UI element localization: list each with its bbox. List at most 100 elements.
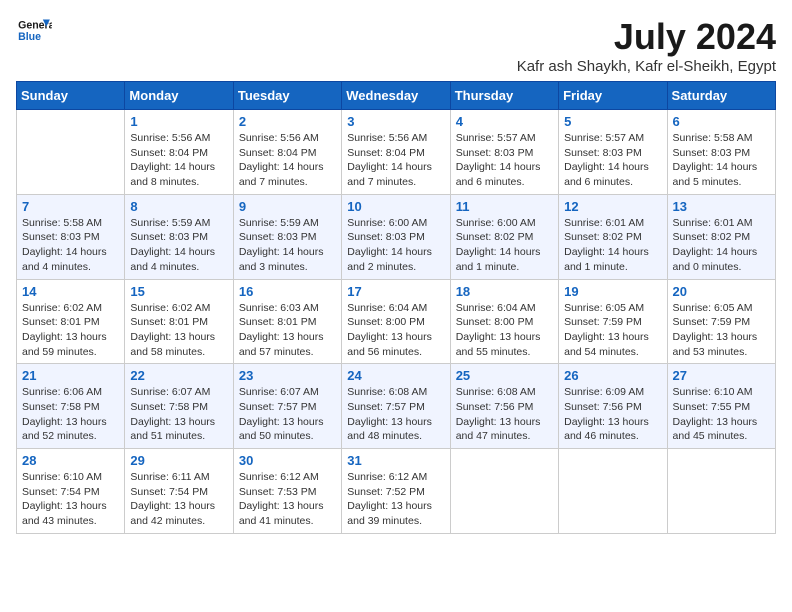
day-info: Sunrise: 5:56 AMSunset: 8:04 PMDaylight:… — [130, 131, 227, 190]
calendar-cell: 2 Sunrise: 5:56 AMSunset: 8:04 PMDaylight… — [233, 110, 341, 195]
calendar-cell: 8 Sunrise: 5:59 AMSunset: 8:03 PMDaylight… — [125, 194, 233, 279]
day-info: Sunrise: 6:11 AMSunset: 7:54 PMDaylight:… — [130, 470, 227, 529]
day-info: Sunrise: 6:09 AMSunset: 7:56 PMDaylight:… — [564, 385, 661, 444]
day-number: 25 — [456, 368, 553, 383]
calendar-cell: 4 Sunrise: 5:57 AMSunset: 8:03 PMDaylight… — [450, 110, 558, 195]
calendar-cell: 6 Sunrise: 5:58 AMSunset: 8:03 PMDaylight… — [667, 110, 775, 195]
day-info: Sunrise: 6:10 AMSunset: 7:55 PMDaylight:… — [673, 385, 770, 444]
day-number: 20 — [673, 284, 770, 299]
day-number: 21 — [22, 368, 119, 383]
calendar-cell — [559, 449, 667, 534]
day-info: Sunrise: 6:03 AMSunset: 8:01 PMDaylight:… — [239, 301, 336, 360]
day-number: 27 — [673, 368, 770, 383]
location-title: Kafr ash Shaykh, Kafr el-Sheikh, Egypt — [517, 58, 776, 75]
day-number: 2 — [239, 114, 336, 129]
day-number: 5 — [564, 114, 661, 129]
title-block: July 2024 Kafr ash Shaykh, Kafr el-Sheik… — [517, 16, 776, 75]
day-number: 30 — [239, 453, 336, 468]
day-number: 14 — [22, 284, 119, 299]
day-number: 24 — [347, 368, 444, 383]
day-number: 26 — [564, 368, 661, 383]
calendar-cell: 25 Sunrise: 6:08 AMSunset: 7:56 PMDayligh… — [450, 364, 558, 449]
day-info: Sunrise: 5:57 AMSunset: 8:03 PMDaylight:… — [564, 131, 661, 190]
calendar-cell: 24 Sunrise: 6:08 AMSunset: 7:57 PMDayligh… — [342, 364, 450, 449]
day-number: 29 — [130, 453, 227, 468]
calendar-cell: 19 Sunrise: 6:05 AMSunset: 7:59 PMDayligh… — [559, 279, 667, 364]
day-info: Sunrise: 6:00 AMSunset: 8:03 PMDaylight:… — [347, 216, 444, 275]
day-info: Sunrise: 6:01 AMSunset: 8:02 PMDaylight:… — [564, 216, 661, 275]
calendar-week-row: 14 Sunrise: 6:02 AMSunset: 8:01 PMDayligh… — [17, 279, 776, 364]
calendar-day-header: Thursday — [450, 82, 558, 110]
calendar-cell: 21 Sunrise: 6:06 AMSunset: 7:58 PMDayligh… — [17, 364, 125, 449]
day-info: Sunrise: 6:06 AMSunset: 7:58 PMDaylight:… — [22, 385, 119, 444]
logo: General Blue — [16, 16, 52, 46]
day-number: 1 — [130, 114, 227, 129]
calendar-cell: 23Sunrise: 6:07 AMSunset: 7:57 PMDayligh… — [233, 364, 341, 449]
day-info: Sunrise: 6:02 AMSunset: 8:01 PMDaylight:… — [130, 301, 227, 360]
calendar-cell: 29 Sunrise: 6:11 AMSunset: 7:54 PMDayligh… — [125, 449, 233, 534]
day-number: 8 — [130, 199, 227, 214]
calendar-cell: 22 Sunrise: 6:07 AMSunset: 7:58 PMDayligh… — [125, 364, 233, 449]
day-number: 9 — [239, 199, 336, 214]
day-info: Sunrise: 6:12 AMSunset: 7:52 PMDaylight:… — [347, 470, 444, 529]
day-info: Sunrise: 6:05 AMSunset: 7:59 PMDaylight:… — [564, 301, 661, 360]
calendar-cell — [17, 110, 125, 195]
day-info: Sunrise: 5:59 AMSunset: 8:03 PMDaylight:… — [130, 216, 227, 275]
calendar-day-header: Monday — [125, 82, 233, 110]
day-number: 18 — [456, 284, 553, 299]
day-number: 28 — [22, 453, 119, 468]
calendar-table: SundayMondayTuesdayWednesdayThursdayFrid… — [16, 81, 776, 534]
calendar-day-header: Friday — [559, 82, 667, 110]
calendar-header-row: SundayMondayTuesdayWednesdayThursdayFrid… — [17, 82, 776, 110]
day-number: 12 — [564, 199, 661, 214]
calendar-week-row: 7Sunrise: 5:58 AMSunset: 8:03 PMDaylight… — [17, 194, 776, 279]
calendar-cell: 17 Sunrise: 6:04 AMSunset: 8:00 PMDayligh… — [342, 279, 450, 364]
day-info: Sunrise: 6:07 AMSunset: 7:58 PMDaylight:… — [130, 385, 227, 444]
calendar-week-row: 28Sunrise: 6:10 AMSunset: 7:54 PMDayligh… — [17, 449, 776, 534]
calendar-cell: 7Sunrise: 5:58 AMSunset: 8:03 PMDaylight… — [17, 194, 125, 279]
calendar-week-row: 21 Sunrise: 6:06 AMSunset: 7:58 PMDayligh… — [17, 364, 776, 449]
calendar-cell: 3Sunrise: 5:56 AMSunset: 8:04 PMDaylight… — [342, 110, 450, 195]
day-info: Sunrise: 5:58 AMSunset: 8:03 PMDaylight:… — [673, 131, 770, 190]
calendar-cell: 10 Sunrise: 6:00 AMSunset: 8:03 PMDayligh… — [342, 194, 450, 279]
day-info: Sunrise: 5:57 AMSunset: 8:03 PMDaylight:… — [456, 131, 553, 190]
day-info: Sunrise: 5:56 AMSunset: 8:04 PMDaylight:… — [347, 131, 444, 190]
day-info: Sunrise: 6:12 AMSunset: 7:53 PMDaylight:… — [239, 470, 336, 529]
calendar-cell: 27 Sunrise: 6:10 AMSunset: 7:55 PMDayligh… — [667, 364, 775, 449]
day-number: 22 — [130, 368, 227, 383]
calendar-cell: 16 Sunrise: 6:03 AMSunset: 8:01 PMDayligh… — [233, 279, 341, 364]
calendar-cell: 31 Sunrise: 6:12 AMSunset: 7:52 PMDayligh… — [342, 449, 450, 534]
day-number: 15 — [130, 284, 227, 299]
svg-text:Blue: Blue — [18, 31, 41, 43]
day-info: Sunrise: 6:08 AMSunset: 7:56 PMDaylight:… — [456, 385, 553, 444]
calendar-week-row: 1 Sunrise: 5:56 AMSunset: 8:04 PMDaylight… — [17, 110, 776, 195]
day-info: Sunrise: 6:07 AMSunset: 7:57 PMDaylight:… — [239, 385, 336, 444]
calendar-cell — [667, 449, 775, 534]
day-info: Sunrise: 6:02 AMSunset: 8:01 PMDaylight:… — [22, 301, 119, 360]
calendar-cell: 18 Sunrise: 6:04 AMSunset: 8:00 PMDayligh… — [450, 279, 558, 364]
calendar-cell: 28Sunrise: 6:10 AMSunset: 7:54 PMDayligh… — [17, 449, 125, 534]
day-number: 10 — [347, 199, 444, 214]
day-info: Sunrise: 6:08 AMSunset: 7:57 PMDaylight:… — [347, 385, 444, 444]
day-info: Sunrise: 6:04 AMSunset: 8:00 PMDaylight:… — [456, 301, 553, 360]
day-number: 11 — [456, 199, 553, 214]
day-number: 6 — [673, 114, 770, 129]
day-number: 31 — [347, 453, 444, 468]
day-number: 4 — [456, 114, 553, 129]
day-info: Sunrise: 5:56 AMSunset: 8:04 PMDaylight:… — [239, 131, 336, 190]
calendar-cell: 12 Sunrise: 6:01 AMSunset: 8:02 PMDayligh… — [559, 194, 667, 279]
calendar-cell: 14 Sunrise: 6:02 AMSunset: 8:01 PMDayligh… — [17, 279, 125, 364]
calendar-cell: 5 Sunrise: 5:57 AMSunset: 8:03 PMDaylight… — [559, 110, 667, 195]
calendar-cell: 11Sunrise: 6:00 AMSunset: 8:02 PMDayligh… — [450, 194, 558, 279]
calendar-cell — [450, 449, 558, 534]
calendar-cell: 26 Sunrise: 6:09 AMSunset: 7:56 PMDayligh… — [559, 364, 667, 449]
day-info: Sunrise: 5:58 AMSunset: 8:03 PMDaylight:… — [22, 216, 119, 275]
calendar-day-header: Tuesday — [233, 82, 341, 110]
calendar-cell: 15 Sunrise: 6:02 AMSunset: 8:01 PMDayligh… — [125, 279, 233, 364]
day-number: 19 — [564, 284, 661, 299]
day-number: 17 — [347, 284, 444, 299]
calendar-cell: 9Sunrise: 5:59 AMSunset: 8:03 PMDaylight… — [233, 194, 341, 279]
day-info: Sunrise: 6:05 AMSunset: 7:59 PMDaylight:… — [673, 301, 770, 360]
day-info: Sunrise: 6:04 AMSunset: 8:00 PMDaylight:… — [347, 301, 444, 360]
day-number: 16 — [239, 284, 336, 299]
